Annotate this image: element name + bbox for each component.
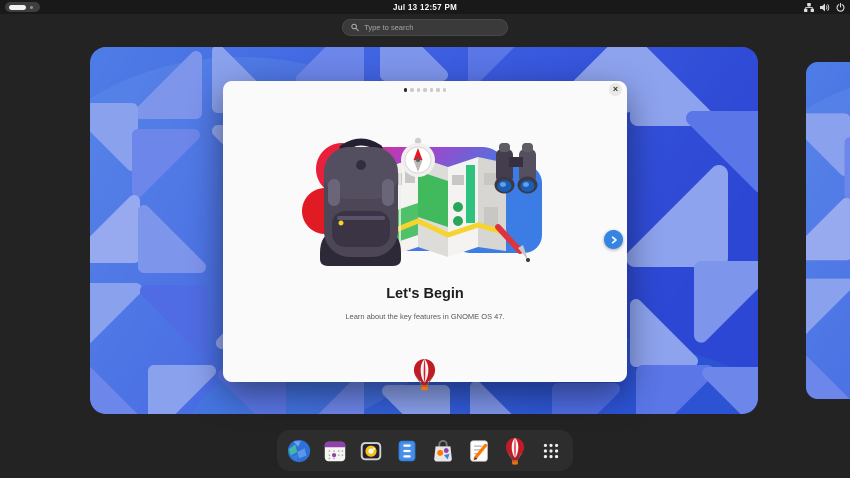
tour-window-app-icon[interactable] [412,358,437,391]
dock-item-web[interactable] [285,437,313,465]
workspace-dot [30,6,33,9]
power-icon [836,3,845,12]
network-wired-icon [804,3,814,12]
search-icon [351,23,359,32]
next-page-button[interactable] [604,230,623,249]
dock [277,430,573,471]
dock-item-text-editor[interactable] [465,437,493,465]
web-browser-globe-icon [286,438,312,464]
dock-item-tour[interactable] [501,437,529,465]
clock[interactable]: Jul 13 12:57 PM [0,3,850,12]
tour-window: × [223,81,627,382]
page-dots [223,88,627,92]
backpack-illustration [320,142,401,266]
page-dot-3[interactable] [417,88,421,92]
software-bag-icon [430,438,456,464]
page-dot-4[interactable] [423,88,427,92]
search-input[interactable] [364,23,499,32]
calendar-icon [322,438,348,464]
page-dot-2[interactable] [410,88,414,92]
status-area[interactable] [804,3,845,12]
workspace-active-pill [9,5,26,10]
dock-item-software[interactable] [429,437,457,465]
workspace-indicator[interactable] [5,2,40,12]
close-button[interactable]: × [609,83,622,96]
compass-illustration [401,138,435,177]
tour-illustration [300,135,550,270]
dock-item-calendar[interactable] [321,437,349,465]
dialog-subtitle: Learn about the key features in GNOME OS… [223,312,627,321]
dock-item-camera[interactable] [357,437,385,465]
app-grid-icon [538,438,564,464]
dock-item-files[interactable] [393,437,421,465]
page-dot-6[interactable] [436,88,440,92]
tour-balloon-icon [504,437,526,465]
camera-icon [358,438,384,464]
page-dot-5[interactable] [430,88,434,92]
dock-item-app-grid[interactable] [537,437,565,465]
files-cabinet-icon [394,438,420,464]
map-illustration [388,157,506,257]
page-dot-7[interactable] [443,88,447,92]
top-bar: Jul 13 12:57 PM [0,0,850,14]
text-editor-icon [466,438,492,464]
workspace-preview-2[interactable] [806,62,850,399]
dialog-title: Let's Begin [223,286,627,302]
volume-icon [820,3,830,12]
search-bar[interactable] [342,19,508,36]
chevron-right-icon [610,236,618,244]
page-dot-1[interactable] [404,88,408,92]
